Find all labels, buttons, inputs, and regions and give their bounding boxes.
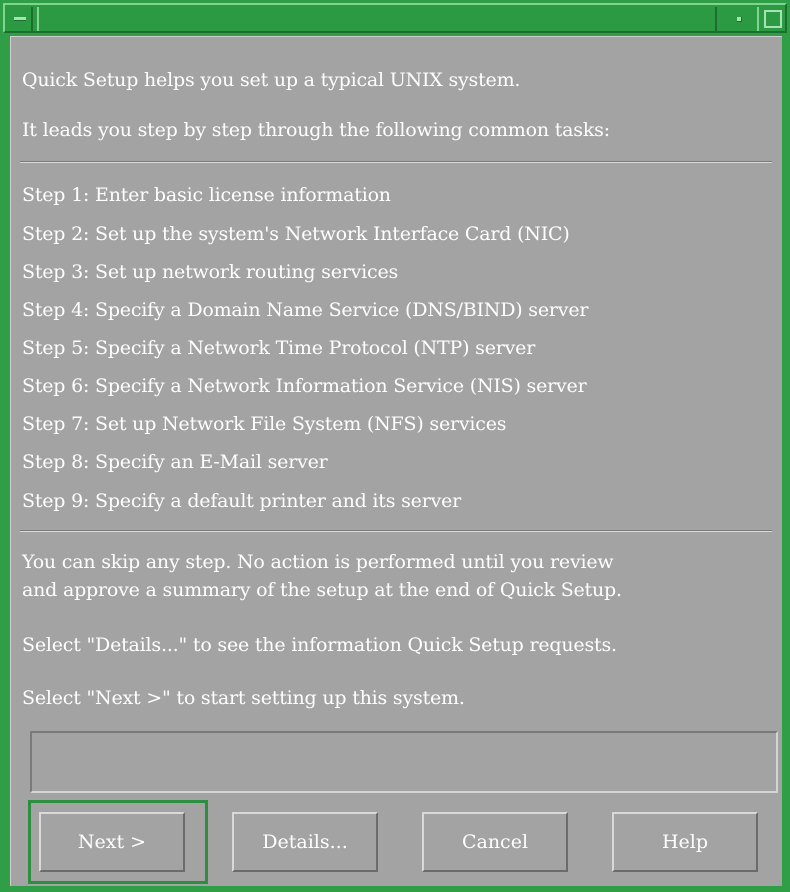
details-button[interactable]: Details... <box>232 812 378 872</box>
window-title[interactable] <box>37 7 717 31</box>
next-hint: Select "Next >" to start setting up this… <box>22 687 465 709</box>
cancel-button[interactable]: Cancel <box>422 812 568 872</box>
step-5: Step 5: Specify a Network Time Protocol … <box>22 337 536 359</box>
step-2: Step 2: Set up the system's Network Inte… <box>22 223 570 245</box>
minimize-icon <box>737 17 742 22</box>
next-button[interactable]: Next > <box>39 812 185 872</box>
step-1: Step 1: Enter basic license information <box>22 184 391 206</box>
step-4: Step 4: Specify a Domain Name Service (D… <box>22 299 589 321</box>
step-8: Step 8: Specify an E-Mail server <box>22 451 328 473</box>
skip-note-line-2: and approve a summary of the setup at th… <box>22 579 622 601</box>
intro-line-2: It leads you step by step through the fo… <box>22 119 610 141</box>
maximize-button[interactable] <box>757 7 783 31</box>
step-9: Step 9: Specify a default printer and it… <box>22 490 462 512</box>
title-bar[interactable] <box>3 3 787 33</box>
window-resize-frame-left[interactable] <box>0 33 8 888</box>
help-button[interactable]: Help <box>612 812 758 872</box>
step-7: Step 7: Set up Network File System (NFS)… <box>22 413 507 435</box>
skip-note-line-1: You can skip any step. No action is perf… <box>22 551 614 573</box>
separator-bottom <box>20 530 772 532</box>
quick-setup-window: Quick Setup helps you set up a typical U… <box>0 0 790 892</box>
intro-line-1: Quick Setup helps you set up a typical U… <box>22 69 521 91</box>
window-menu-button[interactable] <box>7 7 33 31</box>
window-menu-icon <box>14 17 26 21</box>
status-message-area <box>30 731 778 793</box>
step-6: Step 6: Specify a Network Information Se… <box>22 375 587 397</box>
details-hint: Select "Details..." to see the informati… <box>22 634 617 656</box>
step-3: Step 3: Set up network routing services <box>22 261 399 283</box>
maximize-icon <box>764 10 782 28</box>
separator-top <box>20 161 772 163</box>
minimize-button[interactable] <box>727 7 753 31</box>
